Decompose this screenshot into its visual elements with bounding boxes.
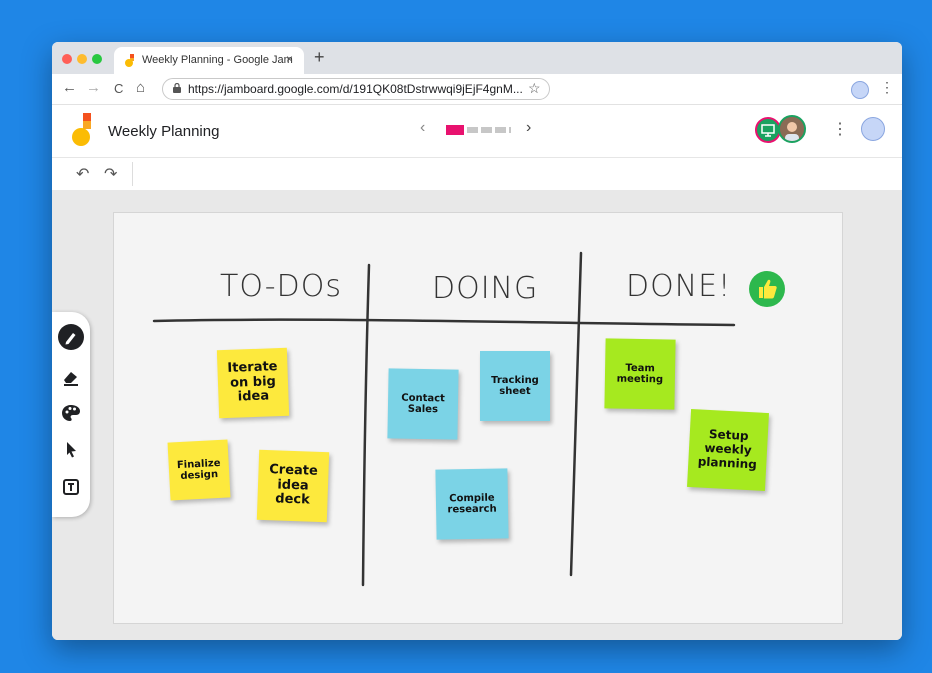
sticky-note[interactable]: Team meeting bbox=[604, 338, 676, 410]
palette-icon[interactable] bbox=[58, 400, 84, 426]
frame-indicator-active[interactable] bbox=[446, 125, 464, 135]
sticky-note[interactable]: Compile research bbox=[435, 468, 509, 540]
undo-icon[interactable]: ↶ bbox=[76, 164, 89, 184]
frame-indicator[interactable] bbox=[467, 127, 478, 133]
jamboard-logo-icon bbox=[72, 113, 91, 146]
page-title: Weekly Planning bbox=[108, 123, 220, 140]
tool-panel bbox=[52, 312, 90, 517]
edit-bar: ↶ ↷ bbox=[52, 158, 902, 190]
app-header: Weekly Planning ‹ › ⋮ bbox=[52, 105, 902, 158]
frame-indicator[interactable] bbox=[509, 127, 511, 133]
sticky-note[interactable]: Tracking sheet bbox=[480, 351, 550, 421]
sticky-note[interactable]: Iterate on big idea bbox=[216, 347, 290, 419]
tab-close-icon[interactable]: × bbox=[286, 52, 293, 66]
tab-strip: Weekly Planning - Google Jam × + bbox=[52, 42, 902, 74]
tab-title: Weekly Planning - Google Jam bbox=[142, 54, 293, 66]
sticky-note[interactable]: Create idea deck bbox=[256, 449, 330, 523]
previous-frame-icon[interactable]: ‹ bbox=[420, 119, 425, 137]
frame-bar[interactable] bbox=[446, 125, 512, 135]
pen-icon[interactable] bbox=[58, 324, 84, 350]
column-heading-done: DONE! bbox=[626, 269, 732, 304]
browser-tab[interactable]: Weekly Planning - Google Jam × bbox=[114, 47, 304, 74]
browser-menu-icon[interactable]: ⋮ bbox=[880, 79, 894, 96]
person-avatar-icon bbox=[780, 117, 804, 141]
canvas-area: TO-DOs DOING DONE! Iterate on big idea F… bbox=[52, 190, 902, 640]
collaborator-avatar[interactable] bbox=[778, 115, 806, 143]
lock-icon bbox=[173, 83, 181, 93]
minimize-window-button[interactable] bbox=[77, 54, 87, 64]
next-frame-icon[interactable]: › bbox=[526, 119, 531, 137]
back-icon[interactable]: ← bbox=[62, 79, 77, 96]
column-heading-todos: TO-DOs bbox=[220, 269, 342, 304]
jam-board[interactable]: TO-DOs DOING DONE! Iterate on big idea F… bbox=[113, 212, 843, 624]
maximize-window-button[interactable] bbox=[92, 54, 102, 64]
forward-icon[interactable]: → bbox=[86, 79, 101, 96]
reload-icon[interactable]: C bbox=[114, 81, 123, 96]
close-window-button[interactable] bbox=[62, 54, 72, 64]
eraser-icon[interactable] bbox=[58, 364, 84, 390]
column-heading-doing: DOING bbox=[432, 271, 539, 306]
thumbs-up-sticker[interactable] bbox=[749, 271, 785, 307]
select-arrow-icon[interactable] bbox=[58, 436, 84, 462]
sticky-note[interactable]: Setup weekly planning bbox=[687, 409, 769, 491]
sticky-note[interactable]: Contact Sales bbox=[387, 368, 459, 440]
url-text: https://jamboard.google.com/d/191QK08tDs… bbox=[188, 82, 523, 96]
home-icon[interactable]: ⌂ bbox=[136, 79, 145, 96]
redo-icon[interactable]: ↷ bbox=[104, 164, 117, 184]
text-box-icon[interactable] bbox=[58, 474, 84, 500]
frame-indicator[interactable] bbox=[495, 127, 506, 133]
app-menu-icon[interactable]: ⋮ bbox=[832, 119, 848, 139]
new-tab-button[interactable]: + bbox=[314, 47, 325, 68]
browser-toolbar: ← → C ⌂ https://jamboard.google.com/d/19… bbox=[52, 74, 902, 105]
edit-divider bbox=[132, 162, 133, 186]
address-bar[interactable]: https://jamboard.google.com/d/191QK08tDs… bbox=[162, 78, 550, 100]
jamboard-favicon-icon bbox=[125, 54, 134, 67]
thumbs-up-icon bbox=[759, 279, 777, 299]
sticky-note[interactable]: Finalize design bbox=[167, 439, 231, 501]
browser-window: Weekly Planning - Google Jam × + ← → C ⌂… bbox=[52, 42, 902, 640]
present-screen-icon bbox=[761, 124, 775, 137]
frame-indicator[interactable] bbox=[481, 127, 492, 133]
browser-profile-icon[interactable] bbox=[851, 81, 869, 99]
account-avatar[interactable] bbox=[861, 117, 885, 141]
star-icon[interactable]: ☆ bbox=[528, 80, 541, 97]
